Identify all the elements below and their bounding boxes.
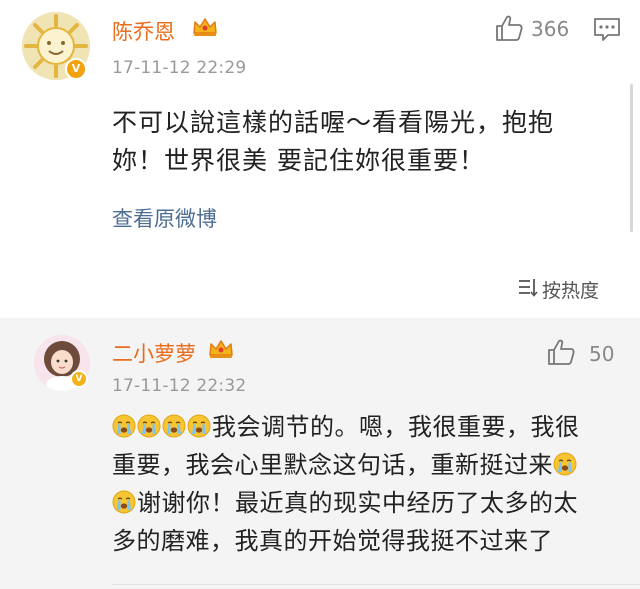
crown-icon xyxy=(209,340,233,358)
reply-text-line: 重要，我会心里默念这句话，重新挺过来 xyxy=(112,446,600,484)
reply-text-segment: 我会调节的。嗯，我很重要，我很 xyxy=(212,413,580,441)
reply-text-line: 谢谢你！最近真的现实中经历了太多的太 xyxy=(112,484,600,522)
reply-text-segment: 重要，我会心里默念这句话，重新挺过来 xyxy=(112,451,553,479)
post-body: 不可以說這樣的話喔～看看陽光，抱抱 妳！世界很美 要記住妳很重要！ xyxy=(112,104,612,180)
thumbs-up-icon[interactable] xyxy=(494,14,524,42)
comment-icon[interactable] xyxy=(592,15,622,43)
reply-text-line: 我会调节的。嗯，我很重要，我很 xyxy=(112,408,600,446)
verified-badge: V xyxy=(70,370,88,388)
post-text-line: 不可以說這樣的話喔～看看陽光，抱抱 xyxy=(112,108,555,137)
post-text-line: 妳！世界很美 要記住妳很重要！ xyxy=(112,146,485,175)
crying-face-emoji xyxy=(162,413,187,441)
verified-badge: V xyxy=(65,58,87,80)
crown-icon xyxy=(193,18,217,36)
crying-face-emoji xyxy=(137,413,162,441)
reply-text-segment: 谢谢你！最近真的现实中经历了太多的太 xyxy=(137,489,578,517)
crying-face-emoji xyxy=(112,413,137,441)
sort-by-hot-button[interactable]: 按热度 xyxy=(542,276,599,303)
reply-text-segment: 多的磨难，我真的开始觉得我挺不过来了 xyxy=(112,527,553,555)
scrollbar[interactable] xyxy=(630,84,633,232)
view-original-link[interactable]: 查看原微博 xyxy=(112,203,217,233)
divider xyxy=(112,584,640,585)
reply-text-line: 多的磨难，我真的开始觉得我挺不过来了 xyxy=(112,522,600,560)
post-username[interactable]: 陈乔恩 xyxy=(112,16,175,46)
reply-like-count: 50 xyxy=(589,342,615,366)
post-like-count: 366 xyxy=(531,17,570,41)
crying-face-emoji xyxy=(553,451,578,479)
thumbs-up-icon[interactable] xyxy=(546,338,576,366)
reply-username[interactable]: 二小萝萝 xyxy=(112,338,196,368)
reply-body: 我会调节的。嗯，我很重要，我很 重要，我会心里默念这句话，重新挺过来 谢谢你！最… xyxy=(112,408,600,560)
crying-face-emoji xyxy=(187,413,212,441)
reply-timestamp: 17-11-12 22:32 xyxy=(112,376,247,396)
crying-face-emoji xyxy=(112,489,137,517)
sort-icon[interactable] xyxy=(517,276,539,298)
post-timestamp: 17-11-12 22:29 xyxy=(112,58,247,78)
